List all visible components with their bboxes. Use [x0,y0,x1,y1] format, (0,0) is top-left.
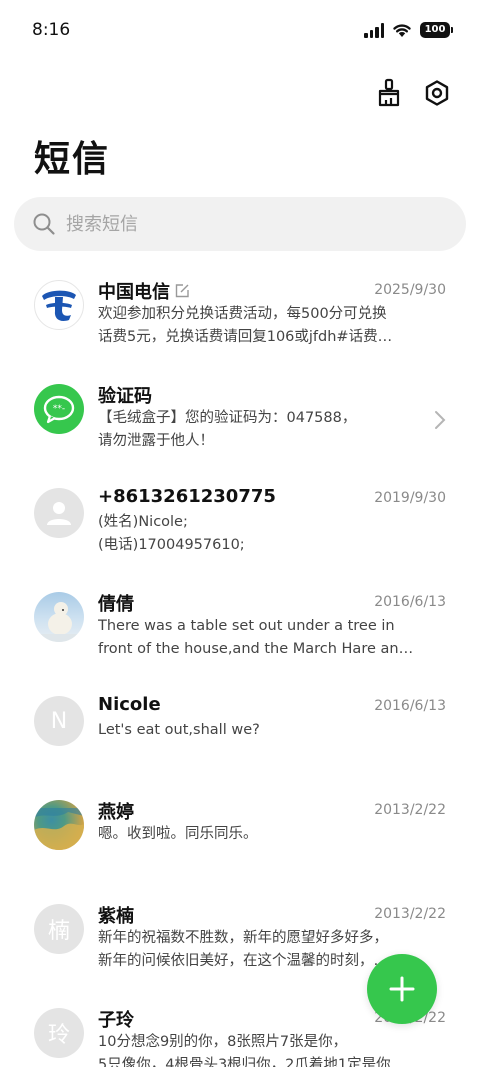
search-icon [33,213,55,235]
conversation-name: Nicole [98,694,161,715]
preview-line: 话费5元，兑换话费请回复106或jfdh#话费… [98,329,393,345]
status-time: 8:16 [32,20,71,40]
conversation-item[interactable]: **- 验证码 【毛绒盒子】您的验证码为：047588， 请勿泄露于他人！ [0,374,480,478]
landscape-photo [34,808,84,850]
gear-icon [425,80,449,106]
conversation-list: 中国电信 2025/9/30 欢迎参加积分兑换话费活动，每500分可兑换 话费5… [0,270,480,1067]
message-preview: 嗯。收到啦。同乐同乐。 [98,823,438,846]
avatar: 玲 [34,1008,84,1058]
conversation-name: 中国电信 [98,278,190,304]
brush-icon [378,78,400,107]
message-preview: 【毛绒盒子】您的验证码为：047588， 请勿泄露于他人！ [98,407,418,453]
preview-line: 嗯。收到啦。同乐同乐。 [98,826,258,842]
conversation-item[interactable]: 燕婷 2013/2/22 嗯。收到啦。同乐同乐。 [0,790,480,894]
conversation-date: 2019/9/30 [374,490,446,506]
conversation-date: 2025/9/30 [374,282,446,298]
preview-line: 10分想念9别的你，8张照片7张是你， [98,1034,348,1050]
message-preview: There was a table set out under a tree i… [98,615,438,661]
conversation-date: 2013/2/22 [374,802,446,818]
avatar-letter: 楠 [47,919,70,944]
edit-icon [175,284,189,298]
preview-line: There was a table set out under a tree i… [98,618,395,634]
message-preview: Let's eat out,shall we? [98,719,438,742]
avatar: **- [34,384,84,434]
china-telecom-logo-icon [42,290,76,321]
preview-line: (电话)17004957610; [98,537,245,553]
conversation-date: 2013/2/22 [374,906,446,922]
conversation-name: 紫楠 [98,902,134,928]
avatar [34,280,84,330]
conversation-item[interactable]: +8613261230775 2019/9/30 (姓名)Nicole; (电话… [0,478,480,582]
contact-name: 中国电信 [98,282,170,303]
message-bubble-icon: **- [43,395,75,424]
avatar: 楠 [34,904,84,954]
conversation-name: +8613261230775 [98,486,276,507]
preview-line: Let's eat out,shall we? [98,722,260,738]
conversation-name: 子玲 [98,1006,134,1032]
settings-button[interactable] [420,76,454,110]
message-preview: (姓名)Nicole; (电话)17004957610; [98,511,438,557]
search-input[interactable] [66,213,426,235]
conversation-name: 倩倩 [98,590,134,616]
avatar [34,592,84,642]
preview-line: (姓名)Nicole; [98,514,188,530]
plus-icon [389,976,415,1002]
wifi-icon [393,24,411,37]
battery-icon: 100 [420,22,453,38]
conversation-item[interactable]: N Nicole 2016/6/13 Let's eat out,shall w… [0,686,480,790]
page-title: 短信 [34,139,111,180]
preview-line: front of the house,and the March Hare an… [98,641,414,657]
person-icon [47,502,71,525]
contact-name: +8613261230775 [98,486,276,507]
top-actions [372,76,454,110]
conversation-item[interactable]: 中国电信 2025/9/30 欢迎参加积分兑换话费活动，每500分可兑换 话费5… [0,270,480,374]
chevron-right-icon [435,411,446,429]
new-message-button[interactable] [367,954,437,1024]
conversation-name: 燕婷 [98,798,134,824]
clean-button[interactable] [372,76,406,110]
contact-name: 倩倩 [98,594,134,615]
search-bar[interactable] [14,197,466,251]
conversation-item[interactable]: 倩倩 2016/6/13 There was a table set out u… [0,582,480,686]
status-bar: 8:16 100 [0,0,480,64]
preview-line: 欢迎参加积分兑换话费活动，每500分可兑换 [98,306,387,322]
contact-name: 子玲 [98,1010,134,1031]
signal-icon [364,22,384,38]
avatar: N [34,696,84,746]
contact-name: 验证码 [98,386,152,407]
avatar [34,800,84,850]
status-icons: 100 [364,22,453,38]
preview-line: 新年的祝福数不胜数，新年的愿望好多好多， [98,930,388,946]
svg-text:**-: **- [53,404,65,414]
avatar-letter: 玲 [47,1023,70,1048]
preview-line: 【毛绒盒子】您的验证码为：047588， [98,410,357,426]
conversation-date: 2016/6/13 [374,594,446,610]
conversation-date: 2016/6/13 [374,698,446,714]
avatar-letter: N [50,708,68,734]
avatar [34,488,84,538]
conversation-name: 验证码 [98,382,152,408]
message-preview: 10分想念9别的你，8张照片7张是你， 5只像你，4根骨头3根归你，2爪着地1定… [98,1031,438,1067]
preview-line: 5只像你，4根骨头3根归你，2爪着地1定是你… [98,1057,406,1067]
message-preview: 欢迎参加积分兑换话费活动，每500分可兑换 话费5元，兑换话费请回复106或jf… [98,303,438,349]
contact-name: 紫楠 [98,906,134,927]
polar-bear-photo [34,602,84,642]
contact-name: 燕婷 [98,802,134,823]
preview-line: 请勿泄露于他人！ [98,433,214,449]
contact-name: Nicole [98,694,161,715]
